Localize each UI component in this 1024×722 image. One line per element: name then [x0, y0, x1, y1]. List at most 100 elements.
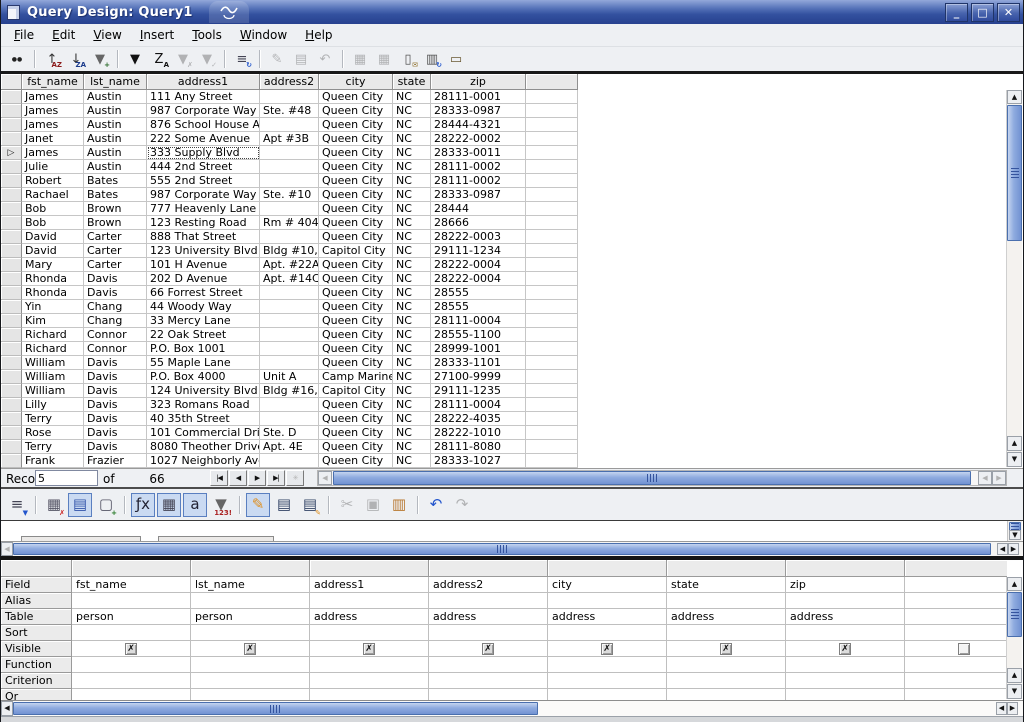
table-cell[interactable]: 444 2nd Street: [147, 160, 260, 174]
table-cell[interactable]: Austin: [84, 104, 147, 118]
table-cell[interactable]: 28111-0004: [431, 398, 526, 412]
design-cell-field[interactable]: address2: [429, 577, 548, 593]
table-cell[interactable]: NC: [393, 118, 431, 132]
table-cell[interactable]: 28666: [431, 216, 526, 230]
table-cell[interactable]: 33 Mercy Lane: [147, 314, 260, 328]
table-cell[interactable]: 28333-0011: [431, 146, 526, 160]
design-column-header[interactable]: [667, 560, 786, 577]
table-cell[interactable]: Queen City: [319, 426, 393, 440]
row-selector[interactable]: [1, 314, 22, 328]
table-cell[interactable]: Rm # 404: [260, 216, 319, 230]
design-column-header[interactable]: [72, 560, 191, 577]
design-cell-or[interactable]: [429, 689, 548, 700]
table-cell[interactable]: NC: [393, 230, 431, 244]
table-cell[interactable]: 8080 Theother Drive: [147, 440, 260, 454]
table-cell[interactable]: [526, 370, 578, 384]
table-cell[interactable]: 28222-0003: [431, 230, 526, 244]
scroll-up-button[interactable]: ▲: [1007, 668, 1022, 683]
table-cell[interactable]: Queen City: [319, 132, 393, 146]
table-cell[interactable]: 1027 Neighborly Avenue: [147, 454, 260, 468]
table-cell[interactable]: 28222-4035: [431, 412, 526, 426]
table-cell[interactable]: Queen City: [319, 356, 393, 370]
column-header-zip[interactable]: zip: [431, 74, 526, 90]
table-cell[interactable]: NC: [393, 202, 431, 216]
table-cell[interactable]: Apt. 4E: [260, 440, 319, 454]
save-as-button[interactable]: ▤✎: [298, 493, 322, 517]
column-header-state[interactable]: state: [393, 74, 431, 90]
design-cell-table[interactable]: address: [548, 609, 667, 625]
table-cell[interactable]: Kim: [22, 314, 84, 328]
table-cell[interactable]: 28111-0004: [431, 314, 526, 328]
design-cell-table[interactable]: address: [786, 609, 905, 625]
table-cell[interactable]: NC: [393, 104, 431, 118]
table-cell[interactable]: Queen City: [319, 300, 393, 314]
menu-file[interactable]: File: [5, 25, 43, 45]
table-cell[interactable]: 333 Supply Blvd: [147, 146, 260, 160]
table-cell[interactable]: Camp Marine: [319, 370, 393, 384]
table-cell[interactable]: NC: [393, 342, 431, 356]
design-column-header[interactable]: [191, 560, 310, 577]
scroll-left-button[interactable]: ◀: [318, 471, 332, 485]
design-cell-field[interactable]: lst_name: [191, 577, 310, 593]
table-cell[interactable]: Brown: [84, 202, 147, 216]
design-cell-visible[interactable]: ✗: [548, 641, 667, 657]
design-cell-function[interactable]: [548, 657, 667, 673]
table-cell[interactable]: 28555-1100: [431, 328, 526, 342]
table-cell[interactable]: Davis: [84, 272, 147, 286]
design-column-header[interactable]: [905, 560, 1007, 577]
table-cell[interactable]: Queen City: [319, 440, 393, 454]
table-cell[interactable]: Queen City: [319, 258, 393, 272]
design-cell-alias[interactable]: [310, 593, 429, 609]
table-cell[interactable]: 123 University Blvd: [147, 244, 260, 258]
table-cell[interactable]: NC: [393, 300, 431, 314]
design-grid-horizontal-scrollbar[interactable]: ◀ ◀ ▶: [1, 700, 1023, 716]
design-cell-or[interactable]: [191, 689, 310, 700]
table-name-button[interactable]: ▦: [157, 493, 181, 517]
design-cell-table[interactable]: address: [310, 609, 429, 625]
table-cell[interactable]: [260, 328, 319, 342]
row-selector[interactable]: [1, 272, 22, 286]
table-cell[interactable]: 28111-0002: [431, 160, 526, 174]
table-cell[interactable]: 44 Woody Way: [147, 300, 260, 314]
table-cell[interactable]: 22 Oak Street: [147, 328, 260, 342]
table-cell[interactable]: P.O. Box 4000: [147, 370, 260, 384]
table-cell[interactable]: Frazier: [84, 454, 147, 468]
row-selector[interactable]: [1, 216, 22, 230]
table-cell[interactable]: [526, 132, 578, 146]
table-cell[interactable]: [526, 286, 578, 300]
scroll-right-button[interactable]: ▶: [1007, 702, 1018, 715]
scroll-right-button[interactable]: ▶: [992, 471, 1006, 485]
table-cell[interactable]: [526, 300, 578, 314]
table-cell[interactable]: Austin: [84, 132, 147, 146]
table-cell[interactable]: [526, 174, 578, 188]
design-cell-function[interactable]: [72, 657, 191, 673]
table-cell[interactable]: Carter: [84, 244, 147, 258]
table-cell[interactable]: [260, 314, 319, 328]
table-cell[interactable]: Apt. #14C: [260, 272, 319, 286]
table-cell[interactable]: Rachael: [22, 188, 84, 202]
table-cell[interactable]: NC: [393, 384, 431, 398]
table-cell[interactable]: [526, 440, 578, 454]
table-cell[interactable]: 28333-0987: [431, 188, 526, 202]
row-selector[interactable]: [1, 286, 22, 300]
table-cell[interactable]: Capitol City: [319, 384, 393, 398]
table-cell[interactable]: Yin: [22, 300, 84, 314]
table-cell[interactable]: Terry: [22, 440, 84, 454]
results-hscroll-thumb[interactable]: [333, 471, 971, 485]
sort-ascending-button[interactable]: ↑AZ: [41, 49, 63, 69]
table-cell[interactable]: 28222-0004: [431, 258, 526, 272]
table-cell[interactable]: [260, 146, 319, 160]
table-cell[interactable]: NC: [393, 146, 431, 160]
table-cell[interactable]: NC: [393, 286, 431, 300]
table-cell[interactable]: Bates: [84, 188, 147, 202]
table-cell[interactable]: 101 H Avenue: [147, 258, 260, 272]
table-cell[interactable]: 28555: [431, 286, 526, 300]
table-cell[interactable]: Queen City: [319, 146, 393, 160]
table-cell[interactable]: David: [22, 230, 84, 244]
table-pane-hscroll-thumb[interactable]: [13, 543, 991, 555]
run-query-button[interactable]: ≡▼: [5, 493, 29, 517]
row-selector[interactable]: [1, 90, 22, 104]
minimize-button[interactable]: _: [945, 3, 968, 22]
table-cell[interactable]: [526, 454, 578, 468]
design-cell-function[interactable]: [905, 657, 1007, 673]
